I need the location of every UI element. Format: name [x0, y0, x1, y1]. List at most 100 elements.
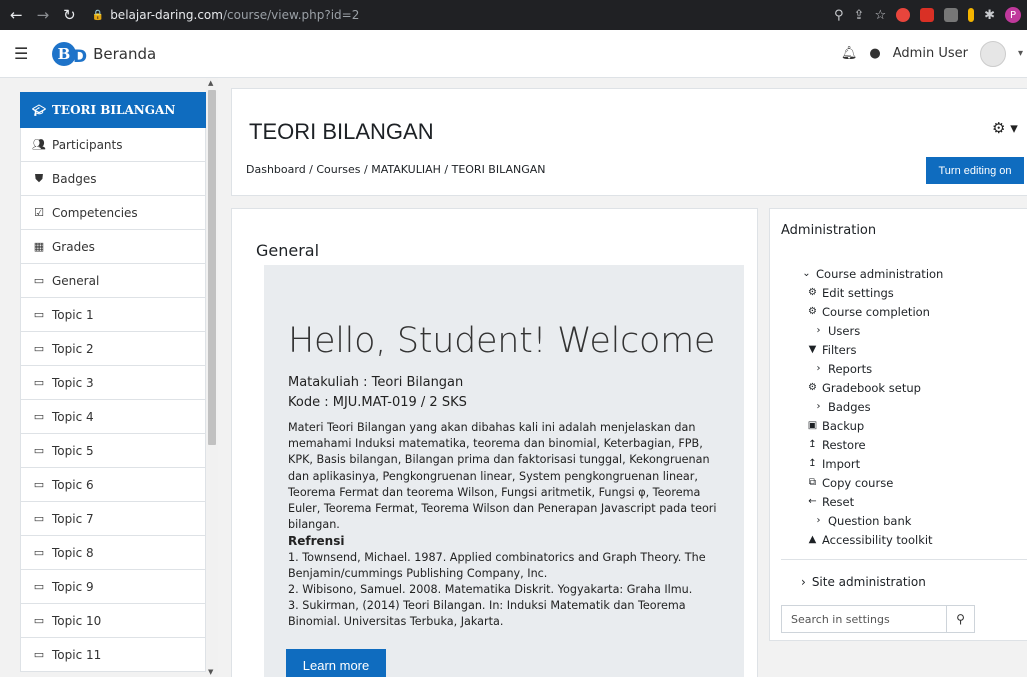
admin-filters[interactable]: ▼ Filters [801, 340, 943, 359]
drawer-item-general[interactable]: ▭ General [20, 264, 206, 298]
site-administration-node[interactable]: › Site administration [801, 575, 926, 589]
drawer-item-topic-6[interactable]: ▭ Topic 6 [20, 468, 206, 502]
folder-icon: ▭ [33, 614, 45, 627]
forward-arrow-icon[interactable]: → [37, 7, 50, 23]
admin-restore[interactable]: ↥ Restore [801, 435, 943, 454]
nav-drawer: 🎓︎ TEORI BILANGAN 👥︎ Participants ⛊ Badges … [0, 78, 220, 677]
settings-search: ⚲ [781, 605, 975, 633]
reference-item: 2. Wibisono, Samuel. 2008. Matematika Di… [288, 583, 693, 597]
drawer-item-topic-3[interactable]: ▭ Topic 3 [20, 366, 206, 400]
admin-reports[interactable]: › Reports [801, 359, 943, 378]
drawer-item-topic-2[interactable]: ▭ Topic 2 [20, 332, 206, 366]
zoom-icon[interactable]: ⚲ [834, 8, 844, 23]
bell-icon[interactable]: 🔔︎ [841, 46, 858, 61]
chat-icon[interactable]: ● [869, 46, 880, 61]
user-name[interactable]: Admin User [893, 46, 968, 61]
search-input[interactable] [782, 606, 946, 632]
drawer-item-topic-10[interactable]: ▭ Topic 10 [20, 604, 206, 638]
admin-import[interactable]: ↥ Import [801, 454, 943, 473]
scrollbar-thumb[interactable] [208, 90, 216, 445]
course-administration-node[interactable]: ⌄ Course administration [801, 264, 943, 283]
block-title: Administration [781, 223, 877, 238]
extension-box-icon[interactable] [920, 8, 935, 22]
page-header: TEORI BILANGAN Dashboard / Courses / MAT… [231, 88, 1027, 196]
drawer-item-topic-11[interactable]: ▭ Topic 11 [20, 638, 206, 672]
admin-backup[interactable]: ▣ Backup [801, 416, 943, 435]
drawer-item-course[interactable]: 🎓︎ TEORI BILANGAN [20, 92, 206, 128]
drawer-item-topic-9[interactable]: ▭ Topic 9 [20, 570, 206, 604]
reference-item: 3. Sukirman, (2014) Teori Bilangan. In: … [288, 599, 686, 629]
site-navbar: ☰ BD Beranda 🔔︎ ● Admin User ▾ [0, 30, 1027, 78]
chevron-right-icon: › [816, 363, 821, 374]
drawer-item-grades[interactable]: ▦ Grades [20, 230, 206, 264]
breadcrumb[interactable]: Dashboard / Courses / MATAKULIAH / TEORI… [246, 163, 546, 176]
chevron-down-icon[interactable]: ▾ [1018, 48, 1023, 59]
admin-reset[interactable]: ← Reset [801, 492, 943, 511]
search-icon[interactable]: ⚲ [946, 606, 974, 632]
drawer-item-participants[interactable]: 👥︎ Participants [20, 128, 206, 162]
gear-icon[interactable]: ⚙ ▾ [992, 119, 1018, 137]
avatar[interactable] [979, 40, 1006, 67]
drawer-item-topic-4[interactable]: ▭ Topic 4 [20, 400, 206, 434]
address-bar[interactable]: 🔒 belajar-daring.com/course/view.php?id=… [92, 8, 360, 22]
extension-red-icon[interactable] [896, 8, 911, 22]
admin-accessibility-toolkit[interactable]: ▲ Accessibility toolkit [801, 530, 943, 549]
drawer-item-topic-8[interactable]: ▭ Topic 8 [20, 536, 206, 570]
extension-gray-icon[interactable] [944, 8, 959, 22]
drawer-item-topic-1[interactable]: ▭ Topic 1 [20, 298, 206, 332]
chevron-right-icon: › [816, 325, 821, 336]
chevron-right-icon: › [801, 575, 806, 589]
file-icon: ▣ [807, 420, 818, 431]
admin-edit-settings[interactable]: ⚙ Edit settings [801, 283, 943, 302]
folder-icon: ▭ [33, 546, 45, 559]
admin-course-completion[interactable]: ⚙ Course completion [801, 302, 943, 321]
drawer-item-topic-7[interactable]: ▭ Topic 7 [20, 502, 206, 536]
section-title: General [256, 241, 320, 260]
puzzle-icon[interactable]: ✱ [984, 8, 995, 23]
course-info: Matakuliah : Teori Bilangan Kode : MJU.M… [288, 373, 467, 413]
folder-icon: ▭ [33, 308, 45, 321]
references-title: Refrensi [288, 534, 345, 549]
drawer-item-badges[interactable]: ⛊ Badges [20, 162, 206, 196]
users-icon: 👥︎ [32, 138, 46, 151]
reference-item: 1. Townsend, Michael. 1987. Applied comb… [288, 550, 706, 580]
reload-icon[interactable]: ↻ [63, 7, 76, 23]
brand-link[interactable]: Beranda [93, 45, 156, 63]
folder-icon: ▭ [33, 410, 45, 423]
share-icon[interactable]: ⇪ [854, 8, 865, 23]
chart-icon: ▲ [808, 534, 817, 545]
check-square-icon: ☑ [34, 206, 44, 219]
star-icon[interactable]: ☆ [874, 8, 886, 23]
scroll-down-icon[interactable]: ▼ [208, 668, 213, 676]
back-arrow-icon[interactable]: ← [10, 7, 23, 23]
learn-more-button[interactable]: Learn more [286, 649, 386, 677]
folder-icon: ▭ [33, 580, 45, 593]
drawer-scrollbar[interactable]: ▲ ▼ [206, 78, 218, 677]
drawer-list: 🎓︎ TEORI BILANGAN 👥︎ Participants ⛊ Badges … [20, 92, 206, 672]
copy-icon: ⧉ [808, 477, 817, 488]
site-logo[interactable]: BD [52, 41, 87, 66]
navbar-right: 🔔︎ ● Admin User ▾ [841, 40, 1027, 67]
admin-gradebook-setup[interactable]: ⚙ Gradebook setup [801, 378, 943, 397]
admin-copy-course[interactable]: ⧉ Copy course [801, 473, 943, 492]
drawer-item-topic-5[interactable]: ▭ Topic 5 [20, 434, 206, 468]
admin-badges[interactable]: › Badges [801, 397, 943, 416]
folder-icon: ▭ [33, 512, 45, 525]
admin-users[interactable]: › Users [801, 321, 943, 340]
chevron-down-icon: ⌄ [802, 268, 811, 279]
folder-icon: ▭ [33, 444, 45, 457]
filter-icon: ▼ [808, 344, 817, 355]
description-text: Materi Teori Bilangan yang akan dibahas … [288, 421, 717, 532]
hamburger-menu-icon[interactable]: ☰ [14, 44, 36, 63]
folder-icon: ▭ [33, 648, 45, 661]
admin-question-bank[interactable]: › Question bank [801, 511, 943, 530]
gear-icon: ⚙ [808, 382, 817, 393]
profile-avatar[interactable]: P [1005, 7, 1021, 23]
extension-yellow-icon[interactable] [968, 8, 975, 22]
course-content: General Hello, Student! Welcome Matakuli… [231, 208, 758, 677]
scroll-up-icon[interactable]: ▲ [208, 79, 213, 87]
welcome-heading: Hello, Student! Welcome [288, 321, 716, 361]
upload-icon: ↥ [808, 439, 817, 450]
turn-editing-on-button[interactable]: Turn editing on [926, 157, 1024, 184]
drawer-item-competencies[interactable]: ☑ Competencies [20, 196, 206, 230]
